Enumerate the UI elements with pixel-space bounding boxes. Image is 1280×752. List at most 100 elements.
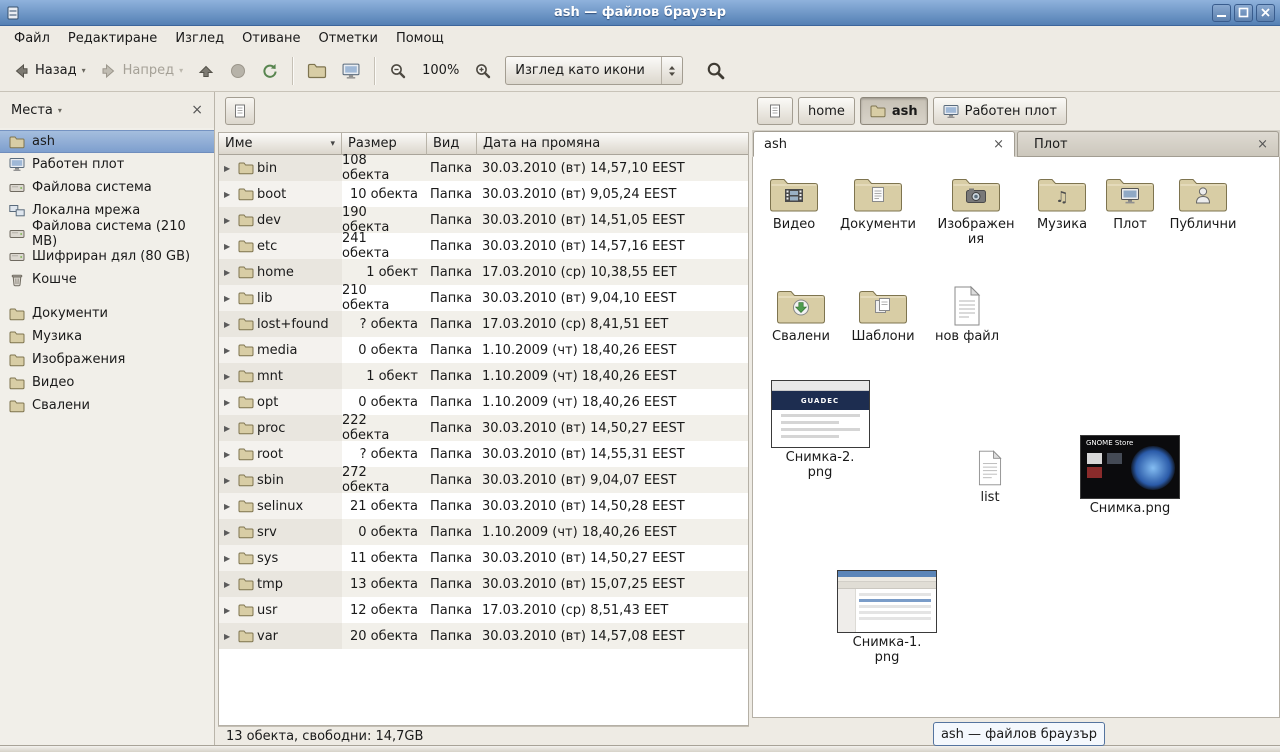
column-header[interactable]: Дата на промяна bbox=[477, 133, 748, 155]
back-button[interactable]: Назад ▾ bbox=[5, 54, 93, 87]
menu-item[interactable]: Редактиране bbox=[59, 26, 166, 50]
table-row[interactable]: ▶usr12 обектаПапка17.03.2010 (ср) 8,51,4… bbox=[219, 597, 748, 623]
table-row[interactable]: ▶var20 обектаПапка30.03.2010 (вт) 14,57,… bbox=[219, 623, 748, 649]
expander-icon[interactable]: ▶ bbox=[224, 372, 235, 381]
menu-item[interactable]: Отиване bbox=[233, 26, 309, 50]
path-button[interactable]: Работен плот bbox=[933, 97, 1067, 125]
column-header[interactable]: Размер bbox=[342, 133, 427, 155]
table-row[interactable]: ▶tmp13 обектаПапка30.03.2010 (вт) 15,07,… bbox=[219, 571, 748, 597]
icon-view-item[interactable]: GNOME StoreСнимка.png bbox=[1076, 435, 1184, 516]
maximize-button[interactable] bbox=[1234, 4, 1253, 22]
sidebar-item[interactable]: Документи bbox=[0, 302, 214, 325]
search-button[interactable] bbox=[699, 54, 733, 87]
titlebar[interactable]: ash — файлов браузър bbox=[0, 0, 1280, 26]
column-header[interactable]: Вид bbox=[427, 133, 477, 155]
table-row[interactable]: ▶mnt1 обектПапка1.10.2009 (чт) 18,40,26 … bbox=[219, 363, 748, 389]
sidebar-item[interactable]: Изображения bbox=[0, 348, 214, 371]
sort-indicator-icon[interactable]: ▾ bbox=[330, 139, 335, 149]
path-button[interactable]: home bbox=[798, 97, 855, 125]
expander-icon[interactable]: ▶ bbox=[224, 450, 235, 459]
table-row[interactable]: ▶selinux21 обектаПапка30.03.2010 (вт) 14… bbox=[219, 493, 748, 519]
expander-icon[interactable]: ▶ bbox=[224, 242, 235, 251]
expander-icon[interactable]: ▶ bbox=[224, 268, 235, 277]
expander-icon[interactable]: ▶ bbox=[224, 320, 235, 329]
table-row[interactable]: ▶root? обектаПапка30.03.2010 (вт) 14,55,… bbox=[219, 441, 748, 467]
forward-button[interactable]: Напред ▾ bbox=[93, 54, 191, 87]
view-mode-select[interactable]: Изглед като икони bbox=[505, 56, 683, 85]
sidebar-close-icon[interactable]: × bbox=[191, 102, 203, 118]
expander-icon[interactable]: ▶ bbox=[224, 528, 235, 537]
tab-close-icon[interactable]: × bbox=[1257, 137, 1268, 152]
zoom-in-button[interactable] bbox=[467, 54, 499, 87]
expander-icon[interactable]: ▶ bbox=[224, 164, 235, 173]
back-dropdown-icon[interactable]: ▾ bbox=[82, 66, 86, 75]
icon-view-item[interactable]: GUADECСнимка-2. png bbox=[767, 380, 874, 480]
tab-Плот[interactable]: Плот× bbox=[1017, 131, 1279, 157]
table-row[interactable]: ▶opt0 обектаПапка1.10.2009 (чт) 18,40,26… bbox=[219, 389, 748, 415]
sidebar-item[interactable]: Файлова система (210 MB) bbox=[0, 222, 214, 245]
icon-view-item[interactable]: Документи bbox=[834, 173, 922, 232]
table-row[interactable]: ▶lost+found? обектаПапка17.03.2010 (ср) … bbox=[219, 311, 748, 337]
zoom-out-button[interactable] bbox=[382, 54, 414, 87]
minimize-button[interactable] bbox=[1212, 4, 1231, 22]
icon-view-item[interactable]: list bbox=[946, 448, 1034, 505]
table-row[interactable]: ▶dev190 обектаПапка30.03.2010 (вт) 14,51… bbox=[219, 207, 748, 233]
table-row[interactable]: ▶etc241 обектаПапка30.03.2010 (вт) 14,57… bbox=[219, 233, 748, 259]
expander-icon[interactable]: ▶ bbox=[224, 502, 235, 511]
expander-icon[interactable]: ▶ bbox=[224, 554, 235, 563]
menu-item[interactable]: Изглед bbox=[166, 26, 233, 50]
sidebar-item[interactable]: Кошче bbox=[0, 268, 214, 291]
expander-icon[interactable]: ▶ bbox=[224, 190, 235, 199]
table-row[interactable]: ▶lib210 обектаПапка30.03.2010 (вт) 9,04,… bbox=[219, 285, 748, 311]
icon-view-item[interactable]: нов файл bbox=[923, 285, 1011, 344]
icon-view-item[interactable]: Публични bbox=[1159, 173, 1247, 232]
stop-button[interactable] bbox=[222, 54, 254, 87]
icon-view-item[interactable]: Снимка-1. png bbox=[833, 570, 941, 665]
expander-icon[interactable]: ▶ bbox=[224, 476, 235, 485]
table-row[interactable]: ▶boot10 обектаПапка30.03.2010 (вт) 9,05,… bbox=[219, 181, 748, 207]
sidebar-item[interactable]: ash bbox=[0, 130, 214, 153]
menu-item[interactable]: Файл bbox=[5, 26, 59, 50]
table-row[interactable]: ▶sys11 обектаПапка30.03.2010 (вт) 14,50,… bbox=[219, 545, 748, 571]
sidebar-item[interactable]: Работен плот bbox=[0, 153, 214, 176]
forward-dropdown-icon[interactable]: ▾ bbox=[179, 66, 183, 75]
pane-notebook-button[interactable] bbox=[225, 97, 255, 125]
path-button[interactable] bbox=[757, 97, 793, 125]
table-row[interactable]: ▶home1 обектПапка17.03.2010 (ср) 10,38,5… bbox=[219, 259, 748, 285]
expander-icon[interactable]: ▶ bbox=[224, 216, 235, 225]
up-button[interactable] bbox=[190, 54, 222, 87]
expander-icon[interactable]: ▶ bbox=[224, 606, 235, 615]
table-row[interactable]: ▶bin108 обектаПапка30.03.2010 (вт) 14,57… bbox=[219, 155, 748, 181]
icon-view-item[interactable]: Изображен ия bbox=[932, 173, 1020, 247]
tab-ash[interactable]: ash× bbox=[753, 131, 1015, 157]
icon-view-item[interactable]: Шаблони bbox=[839, 285, 927, 344]
sidebar-item[interactable]: Видео bbox=[0, 371, 214, 394]
menu-item[interactable]: Отметки bbox=[309, 26, 386, 50]
desktop-panel[interactable] bbox=[0, 745, 1280, 752]
expander-icon[interactable]: ▶ bbox=[224, 346, 235, 355]
icon-view-item[interactable]: Видео bbox=[752, 173, 838, 232]
icon-view-item[interactable]: Свалени bbox=[757, 285, 845, 344]
table-row[interactable]: ▶media0 обектаПапка1.10.2009 (чт) 18,40,… bbox=[219, 337, 748, 363]
sidebar-item[interactable]: Файлова система bbox=[0, 176, 214, 199]
close-button[interactable] bbox=[1256, 4, 1275, 22]
table-row[interactable]: ▶srv0 обектаПапка1.10.2009 (чт) 18,40,26… bbox=[219, 519, 748, 545]
expander-icon[interactable]: ▶ bbox=[224, 424, 235, 433]
expander-icon[interactable]: ▶ bbox=[224, 580, 235, 589]
reload-button[interactable] bbox=[254, 54, 286, 87]
window-list-button[interactable]: ash — файлов браузър bbox=[933, 722, 1105, 746]
tab-close-icon[interactable]: × bbox=[993, 137, 1004, 152]
sidebar-title-dropdown-icon[interactable]: ▾ bbox=[58, 106, 62, 115]
sidebar-item[interactable]: Свалени bbox=[0, 394, 214, 417]
table-row[interactable]: ▶sbin272 обектаПапка30.03.2010 (вт) 9,04… bbox=[219, 467, 748, 493]
menu-item[interactable]: Помощ bbox=[387, 26, 453, 50]
sidebar-title[interactable]: Места bbox=[11, 103, 53, 118]
expander-icon[interactable]: ▶ bbox=[224, 294, 235, 303]
home-button[interactable] bbox=[300, 54, 334, 87]
column-header[interactable]: Име▾ bbox=[219, 133, 342, 155]
expander-icon[interactable]: ▶ bbox=[224, 632, 235, 641]
sidebar-item[interactable]: Музика bbox=[0, 325, 214, 348]
expander-icon[interactable]: ▶ bbox=[224, 398, 235, 407]
table-row[interactable]: ▶proc222 обектаПапка30.03.2010 (вт) 14,5… bbox=[219, 415, 748, 441]
computer-button[interactable] bbox=[334, 54, 368, 87]
